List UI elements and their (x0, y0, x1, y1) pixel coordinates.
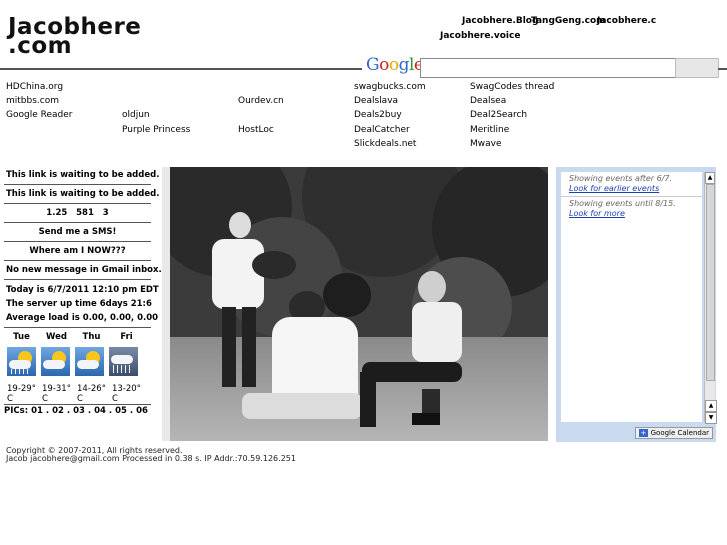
temp-range: 19-31° C (42, 384, 71, 404)
link-slickdeals[interactable]: Slickdeals.net (354, 139, 416, 149)
pic-link[interactable]: 05 (115, 406, 127, 416)
link-ourdev[interactable]: Ourdev.cn (238, 96, 284, 106)
top-link-voice[interactable]: Jacobhere.voice (440, 31, 520, 41)
photo-illustration (162, 167, 548, 441)
forecast-temps: 19-29° C 19-31° C 14-26° C 13-20° C (4, 384, 151, 404)
pic-link[interactable]: 06 (136, 406, 148, 416)
gmail-status: No new message in Gmail inbox. (4, 261, 162, 280)
header-divider-left (0, 68, 362, 70)
link-swagcodes[interactable]: SwagCodes thread (470, 82, 554, 92)
footer: Copyright © 2007-2011, All rights reserv… (6, 447, 296, 463)
partly-cloudy-icon (41, 347, 70, 376)
day-label: Wed (46, 332, 67, 342)
google-logo: Google (366, 55, 424, 75)
server-uptime: The server up time 6days 21:6 (6, 299, 152, 309)
site-logo[interactable]: Jacobhere .com (8, 16, 141, 58)
link-hdchina[interactable]: HDChina.org (6, 82, 63, 92)
events-after-text: Showing events after 6/7. (569, 174, 673, 183)
events-until-text: Showing events until 8/15. (569, 199, 676, 208)
search-input[interactable] (420, 58, 676, 78)
top-link-jacobhere-c[interactable]: Jacobhere.c (597, 16, 656, 26)
more-events-link[interactable]: Look for more (561, 208, 702, 218)
link-deals2buy[interactable]: Deals2buy (354, 110, 402, 120)
footer-info: Jacob jacobhere@gmail.com Processed in 0… (6, 454, 296, 463)
average-load: Average load is 0.00, 0.00, 0.00 (4, 311, 158, 328)
pic-link[interactable]: 03 (73, 406, 85, 416)
link-deal2search[interactable]: Deal2Search (470, 110, 527, 120)
placeholder-link-1[interactable]: This link is waiting to be added. (4, 166, 159, 185)
pics-row: PICs: 01 . 02 . 03 . 04 . 05 . 06 (4, 404, 151, 416)
pic-link[interactable]: 01 (31, 406, 43, 416)
where-am-i-link[interactable]: Where am I NOW??? (4, 242, 151, 261)
google-calendar-label: Google Calendar (650, 429, 709, 437)
calendar-scrollbar[interactable]: ▲ ▲ ▼ (704, 172, 717, 424)
google-calendar-button[interactable]: + Google Calendar (634, 427, 713, 439)
calendar-agenda: Showing events after 6/7. Look for earli… (561, 172, 702, 422)
scroll-up-icon[interactable]: ▲ (705, 172, 715, 184)
scroll-down-icon[interactable]: ▼ (705, 412, 717, 424)
link-oldjun[interactable]: oldjun (122, 110, 150, 120)
day-label: Tue (13, 332, 30, 342)
link-google-reader[interactable]: Google Reader (6, 110, 72, 120)
pic-link[interactable]: 04 (94, 406, 106, 416)
forecast-icons (4, 347, 151, 376)
link-mitbbs[interactable]: mitbbs.com (6, 96, 59, 106)
temp-range: 14-26° C (77, 384, 106, 404)
link-purple-princess[interactable]: Purple Princess (122, 125, 190, 135)
link-swagbucks[interactable]: swagbucks.com (354, 82, 426, 92)
plus-icon: + (638, 429, 649, 437)
forecast-days: Tue Wed Thu Fri (4, 332, 151, 342)
partly-cloudy-rain-icon (7, 347, 36, 376)
pic-link[interactable]: 02 (52, 406, 64, 416)
partly-cloudy-icon (75, 347, 104, 376)
today-date: Today is 6/7/2011 12:10 pm EDT (6, 285, 159, 295)
day-label: Thu (82, 332, 101, 342)
left-panel: This link is waiting to be added. This l… (4, 166, 162, 416)
link-dealslava[interactable]: Dealslava (354, 96, 398, 106)
send-sms-link[interactable]: Send me a SMS! (4, 223, 151, 242)
top-link-blog[interactable]: Jacobhere.Blog (462, 16, 538, 26)
calendar-widget: Showing events after 6/7. Look for earli… (556, 167, 717, 442)
placeholder-link-2[interactable]: This link is waiting to be added. (4, 185, 159, 204)
search-button[interactable] (675, 58, 719, 78)
temp-range: 13-20° C (112, 384, 141, 404)
link-hostloc[interactable]: HostLoc (238, 125, 274, 135)
link-dealcatcher[interactable]: DealCatcher (354, 125, 410, 135)
scroll-thumb[interactable] (706, 184, 715, 381)
visit-counter: 1.25 581 3 (4, 204, 151, 223)
earlier-events-link[interactable]: Look for earlier events (561, 183, 702, 193)
top-link-tanggeng[interactable]: TangGeng.com (531, 16, 606, 26)
link-dealsea[interactable]: Dealsea (470, 96, 506, 106)
temp-range: 19-29° C (7, 384, 36, 404)
link-mwave[interactable]: Mwave (470, 139, 502, 149)
pics-label: PICs: (4, 406, 29, 416)
header-divider-right (718, 68, 727, 70)
day-label: Fri (120, 332, 133, 342)
link-meritline[interactable]: Meritline (470, 125, 509, 135)
rain-icon (109, 347, 138, 376)
scroll-up-icon[interactable]: ▲ (705, 400, 717, 412)
featured-photo[interactable] (162, 167, 548, 441)
